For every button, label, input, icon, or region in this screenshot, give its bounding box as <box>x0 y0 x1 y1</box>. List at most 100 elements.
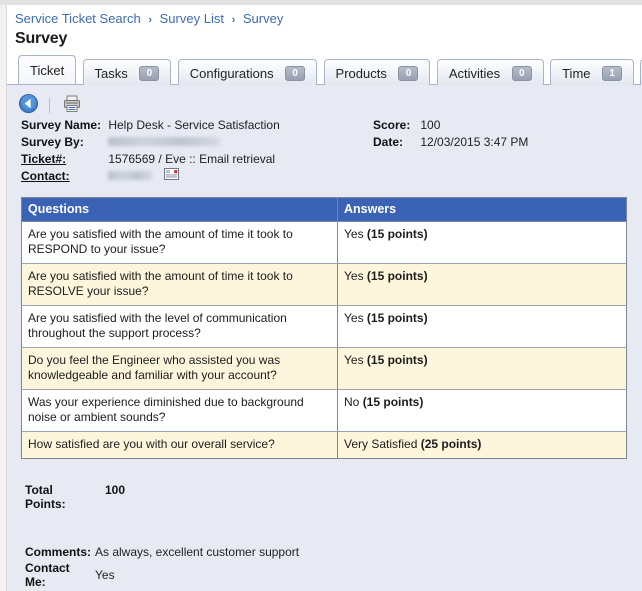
survey-questions-table: Questions Answers Are you satisfied with… <box>21 197 627 459</box>
application-window: Service Ticket Search › Survey List › Su… <box>0 0 642 591</box>
table-row: Are you satisfied with the amount of tim… <box>22 221 626 264</box>
tab-configurations[interactable]: Configurations 0 <box>177 59 318 86</box>
answer-cell: Yes (15 points) <box>337 305 626 348</box>
answer-cell: Yes (15 points) <box>337 347 626 390</box>
table-row: How satisfied are you with our overall s… <box>22 431 626 458</box>
field-label: Comments: <box>25 545 92 559</box>
tab-badge-count: 0 <box>285 66 306 82</box>
question-cell: Was your experience diminished due to ba… <box>22 389 338 432</box>
field-label: Score: <box>373 118 411 132</box>
field-score: Score: 100 <box>373 117 528 134</box>
answer-text: Yes <box>344 311 367 325</box>
tab-label: Products <box>335 66 387 82</box>
field-survey-by: Survey By: <box>21 134 642 151</box>
field-contact-me: Contact Me: Yes <box>25 561 642 589</box>
answer-text: Yes <box>344 353 367 367</box>
tab-label: Activities <box>448 66 501 82</box>
tab-ticket[interactable]: Ticket <box>18 55 77 84</box>
table-row: Are you satisfied with the amount of tim… <box>22 263 626 306</box>
tab-label: Ticket <box>30 63 65 79</box>
survey-details: Survey Name: Help Desk - Service Satisfa… <box>7 117 642 189</box>
tab-activities[interactable]: Activities 0 <box>436 59 544 86</box>
toolbar-divider <box>49 97 51 113</box>
content-area: Survey Name: Help Desk - Service Satisfa… <box>7 85 642 591</box>
field-label-line2: Me: <box>25 575 46 589</box>
redacted-value <box>108 137 221 147</box>
field-value: 1576569 / Eve :: Email retrieval <box>108 152 276 166</box>
answer-points: (15 points) <box>366 269 428 283</box>
answer-cell: Yes (15 points) <box>337 221 626 264</box>
window-left-gutter <box>0 5 7 591</box>
total-points-value: 100 <box>105 483 126 497</box>
total-points-label: Total Points: <box>25 483 81 511</box>
question-cell: How satisfied are you with our overall s… <box>22 431 338 458</box>
toolbar <box>7 85 642 113</box>
answer-points: (15 points) <box>366 353 428 367</box>
answer-points: (15 points) <box>366 311 428 325</box>
field-label: Survey Name: <box>21 118 102 132</box>
table-row: Was your experience diminished due to ba… <box>22 389 626 432</box>
redacted-value <box>108 171 153 181</box>
field-label: Contact Me: <box>25 561 87 589</box>
survey-footer-fields: Comments: As always, excellent customer s… <box>25 545 642 591</box>
answer-cell: Very Satisfied (25 points) <box>337 431 626 458</box>
question-cell: Are you satisfied with the amount of tim… <box>22 221 338 264</box>
answer-text: Yes <box>344 269 367 283</box>
question-cell: Are you satisfied with the amount of tim… <box>22 263 338 306</box>
field-value: As always, excellent customer support <box>95 545 300 559</box>
tab-label: Tasks <box>94 66 128 82</box>
breadcrumb-item-service-ticket-search[interactable]: Service Ticket Search <box>15 11 141 26</box>
contact-card-icon[interactable] <box>163 168 179 185</box>
field-survey-name: Survey Name: Help Desk - Service Satisfa… <box>21 117 642 134</box>
answer-cell: No (15 points) <box>337 389 626 432</box>
table-row: Do you feel the Engineer who assisted yo… <box>22 347 626 390</box>
back-arrow-icon[interactable] <box>19 94 38 116</box>
page-title: Survey <box>15 30 68 47</box>
survey-details-right: Score: 100 Date: 12/03/2015 3:47 PM <box>373 117 528 151</box>
answer-points: (25 points) <box>420 437 482 451</box>
answer-text: Yes <box>344 227 367 241</box>
field-value: 100 <box>420 118 441 132</box>
total-points-label-line1: Total <box>25 483 53 497</box>
question-cell: Are you satisfied with the level of comm… <box>22 305 338 348</box>
field-comments: Comments: As always, excellent customer s… <box>25 545 642 559</box>
breadcrumb-separator-icon: › <box>148 14 153 26</box>
field-label-ticket-link[interactable]: Ticket#: <box>21 151 105 168</box>
tab-tasks[interactable]: Tasks 0 <box>82 59 172 86</box>
tab-label: Time <box>562 66 591 82</box>
column-header-answers: Answers <box>337 198 626 222</box>
field-label-contact-link[interactable]: Contact: <box>21 168 105 185</box>
breadcrumb-item-survey-list[interactable]: Survey List <box>160 11 224 26</box>
tab-label: Configurations <box>189 66 274 82</box>
total-points-label-line2: Points: <box>25 497 66 511</box>
field-ticket-number: Ticket#: 1576569 / Eve :: Email retrieva… <box>21 151 642 168</box>
answer-text: Very Satisfied <box>344 437 421 451</box>
field-date: Date: 12/03/2015 3:47 PM <box>373 134 528 151</box>
tab-products[interactable]: Products 0 <box>323 59 431 86</box>
total-points-section: Total Points: 100 <box>25 483 642 523</box>
table-row: Are you satisfied with the level of comm… <box>22 305 626 348</box>
tab-badge-count: 0 <box>511 66 532 82</box>
field-label-line1: Contact <box>25 561 70 575</box>
field-value: Help Desk - Service Satisfaction <box>108 118 280 132</box>
field-value <box>108 168 153 185</box>
question-cell: Do you feel the Engineer who assisted yo… <box>22 347 338 390</box>
breadcrumb-item-survey: Survey <box>242 11 284 26</box>
answer-points: (15 points) <box>362 395 424 409</box>
tab-badge-count: 0 <box>398 66 419 82</box>
answer-cell: Yes (15 points) <box>337 263 626 306</box>
field-contact: Contact: <box>21 168 642 185</box>
answer-text: No <box>344 395 363 409</box>
answer-points: (15 points) <box>366 227 428 241</box>
survey-page: Service Ticket Search › Survey List › Su… <box>7 5 642 591</box>
tab-badge-count: 1 <box>602 66 623 82</box>
printer-icon[interactable] <box>62 94 82 116</box>
field-value <box>108 134 221 151</box>
breadcrumb-separator-icon: › <box>231 14 236 26</box>
breadcrumb: Service Ticket Search › Survey List › Su… <box>7 5 642 28</box>
tab-time[interactable]: Time 1 <box>550 59 635 86</box>
tab-bar: Ticket Tasks 0 Configurations 0 Products… <box>7 55 642 86</box>
field-value: 12/03/2015 3:47 PM <box>420 135 529 149</box>
table-header-row: Questions Answers <box>22 198 626 222</box>
field-label: Survey By: <box>21 135 84 149</box>
